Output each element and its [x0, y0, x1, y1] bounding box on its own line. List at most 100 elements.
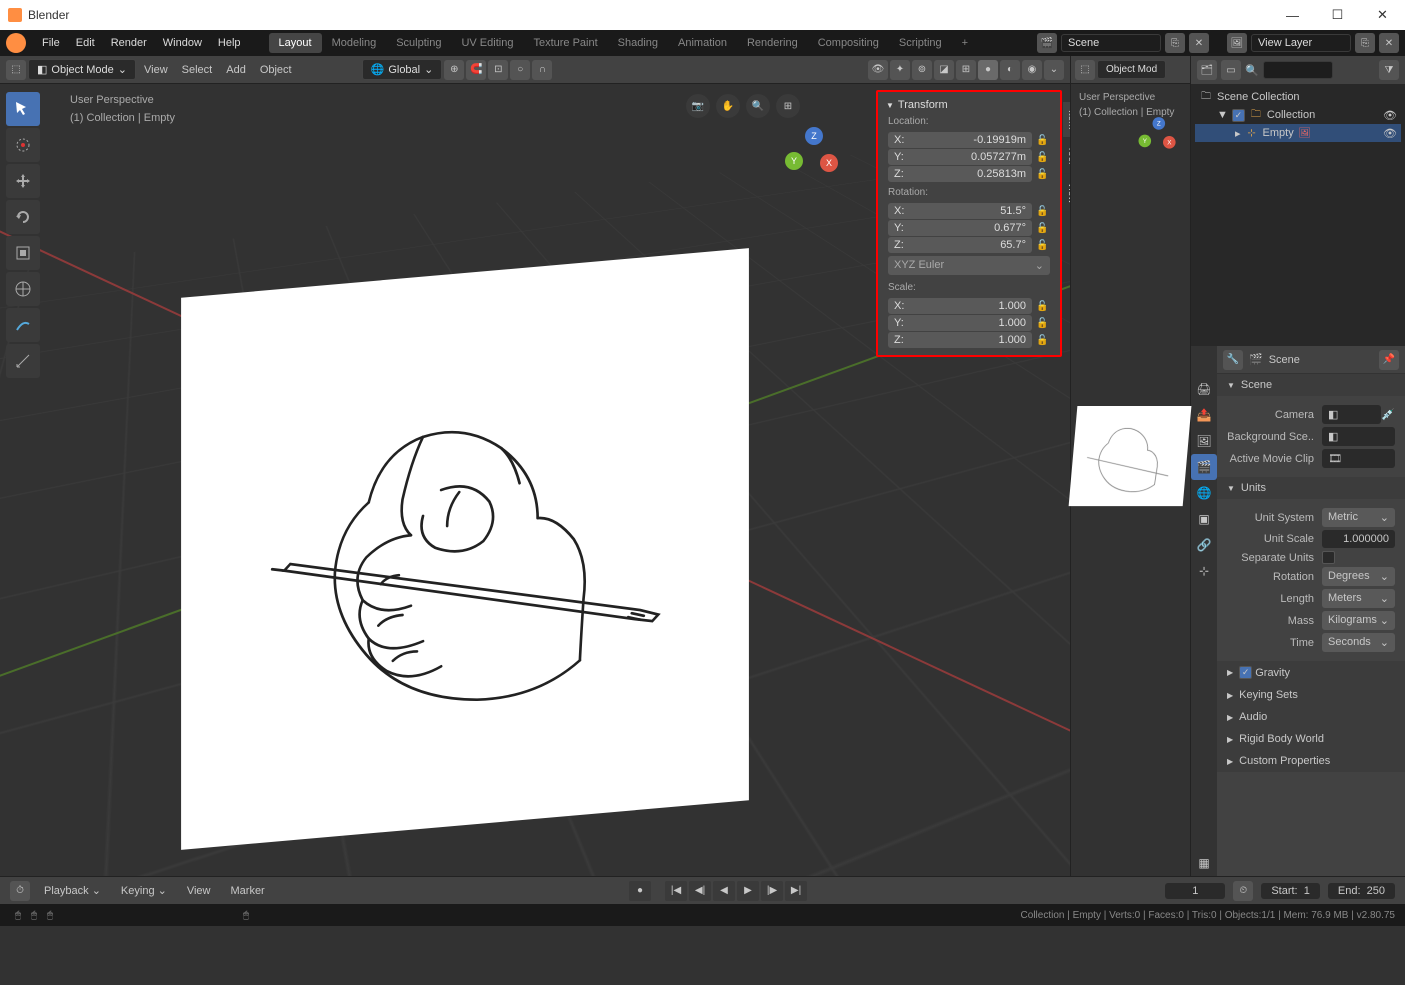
section-gravity[interactable]: ✓ Gravity — [1217, 661, 1405, 684]
location-y-field[interactable]: Y:0.057277m — [888, 149, 1032, 165]
tab-modeling[interactable]: Modeling — [322, 33, 387, 53]
secondary-viewport[interactable]: ⬚ Object Mod User Perspective (1) Collec… — [1070, 56, 1190, 876]
lock-rot-x-icon[interactable]: 🔓 — [1036, 206, 1050, 217]
prop-tab-object[interactable]: ▣ — [1191, 506, 1217, 532]
start-frame-field[interactable]: Start: 1 — [1261, 883, 1320, 899]
lock-scale-x-icon[interactable]: 🔓 — [1036, 301, 1050, 312]
menu-add[interactable]: Add — [220, 61, 252, 79]
close-button[interactable]: ✕ — [1360, 0, 1405, 30]
outliner-scene-collection[interactable]: 🗀 Scene Collection — [1195, 88, 1401, 106]
prop-tab-texture[interactable]: ▦ — [1191, 850, 1217, 876]
secondary-orientation-gizmo[interactable]: X Y Z — [1135, 115, 1177, 157]
lock-loc-x-icon[interactable]: 🔓 — [1036, 135, 1050, 146]
camera-view-icon[interactable]: 📷 — [686, 94, 710, 118]
gizmo-icon[interactable]: ✦ — [890, 60, 910, 80]
outliner-empty[interactable]: ▸ ⊹ Empty 🖼 👁 — [1195, 124, 1401, 142]
menu-file[interactable]: File — [34, 34, 68, 52]
tab-compositing[interactable]: Compositing — [808, 33, 889, 53]
rotation-z-field[interactable]: Z:65.7° — [888, 237, 1032, 253]
lock-rot-z-icon[interactable]: 🔓 — [1036, 240, 1050, 251]
gravity-checkbox[interactable]: ✓ — [1239, 666, 1252, 679]
rotation-x-field[interactable]: X:51.5° — [888, 203, 1032, 219]
gizmo-visibility-icon[interactable]: 👁 — [868, 60, 888, 80]
proportional-icon[interactable]: ○ — [510, 60, 530, 80]
scale-z-field[interactable]: Z:1.000 — [888, 332, 1032, 348]
tab-layout[interactable]: Layout — [269, 33, 322, 53]
outliner-display-icon[interactable]: ▭ — [1221, 60, 1241, 80]
secondary-mode-select[interactable]: Object Mod — [1097, 60, 1166, 79]
pin-icon[interactable]: 📌 — [1379, 350, 1399, 370]
snap-icon[interactable]: 🧲 — [466, 60, 486, 80]
prop-tab-render[interactable]: 🖨 — [1191, 376, 1217, 402]
npanel-tab-item[interactable]: Item — [1063, 102, 1070, 137]
menu-help[interactable]: Help — [210, 34, 249, 52]
tool-cursor[interactable] — [6, 128, 40, 162]
menu-select[interactable]: Select — [176, 61, 219, 79]
tab-shading[interactable]: Shading — [608, 33, 668, 53]
collection-checkbox[interactable]: ✓ — [1232, 109, 1245, 122]
menu-object[interactable]: Object — [254, 61, 298, 79]
zoom-icon[interactable]: 🔍 — [746, 94, 770, 118]
tab-add[interactable]: + — [952, 33, 978, 53]
location-z-field[interactable]: Z:0.25813m — [888, 166, 1032, 182]
tab-rendering[interactable]: Rendering — [737, 33, 808, 53]
tool-rotate[interactable] — [6, 200, 40, 234]
tool-select-box[interactable] — [6, 92, 40, 126]
time-unit-select[interactable]: Seconds⌄ — [1322, 633, 1395, 652]
viewlayer-del-icon[interactable]: ✕ — [1379, 33, 1399, 53]
prop-tab-viewlayer[interactable]: 🖼 — [1191, 428, 1217, 454]
timeline-marker[interactable]: Marker — [225, 882, 271, 900]
timeline-playback[interactable]: Playback ⌄ — [38, 881, 107, 900]
timeline-view[interactable]: View — [181, 882, 217, 900]
lock-scale-z-icon[interactable]: 🔓 — [1036, 335, 1050, 346]
bgscene-field[interactable]: ◧ — [1322, 427, 1395, 446]
outliner-collection[interactable]: ▼ ✓ 🗀 Collection 👁 — [1195, 106, 1401, 124]
shade-solid-icon[interactable]: ● — [978, 60, 998, 80]
autokey-button[interactable]: ● — [629, 881, 651, 901]
tool-scale[interactable] — [6, 236, 40, 270]
rotation-mode-select[interactable]: XYZ Euler⌄ — [888, 256, 1050, 275]
eyedropper-icon[interactable]: 💉 — [1381, 408, 1395, 421]
menu-window[interactable]: Window — [155, 34, 210, 52]
current-frame-field[interactable]: 1 — [1165, 883, 1225, 899]
timeline-editor-icon[interactable]: ⏱ — [10, 881, 30, 901]
shade-options-icon[interactable]: ⌄ — [1044, 60, 1064, 80]
tab-sculpting[interactable]: Sculpting — [386, 33, 451, 53]
tool-move[interactable] — [6, 164, 40, 198]
jump-start-button[interactable]: |◀ — [665, 881, 687, 901]
shade-rendered-icon[interactable]: ◉ — [1022, 60, 1042, 80]
lock-scale-y-icon[interactable]: 🔓 — [1036, 318, 1050, 329]
lock-loc-z-icon[interactable]: 🔓 — [1036, 169, 1050, 180]
blender-logo-icon[interactable] — [6, 33, 26, 53]
viewlayer-name-input[interactable] — [1251, 34, 1351, 52]
scene-icon[interactable]: 🎬 — [1037, 33, 1057, 53]
tool-measure[interactable] — [6, 344, 40, 378]
section-audio[interactable]: Audio — [1217, 706, 1405, 728]
npanel-tab-tool[interactable]: Tool — [1063, 138, 1070, 172]
play-button[interactable]: ▶ — [737, 881, 759, 901]
lock-rot-y-icon[interactable]: 🔓 — [1036, 223, 1050, 234]
outliner-type-icon[interactable]: 🗂 — [1197, 60, 1217, 80]
prop-tab-objectdata[interactable]: ⊹ — [1191, 558, 1217, 584]
mode-select[interactable]: ◧Object Mode⌄ — [28, 59, 136, 80]
movieclip-field[interactable]: 🎞 — [1322, 449, 1395, 468]
snap-type-icon[interactable]: ⊡ — [488, 60, 508, 80]
tab-texturepaint[interactable]: Texture Paint — [523, 33, 607, 53]
viewport-3d[interactable]: User Perspective (1) Collection | Empty — [0, 84, 1070, 876]
unit-scale-field[interactable]: 1.000000 — [1322, 530, 1395, 548]
play-reverse-button[interactable]: ◀ — [713, 881, 735, 901]
orientation-gizmo[interactable]: X Y Z — [780, 124, 840, 184]
npanel-tab-view[interactable]: View — [1063, 174, 1070, 212]
location-x-field[interactable]: X:-0.19919m — [888, 132, 1032, 148]
jump-prevkey-button[interactable]: ◀| — [689, 881, 711, 901]
scale-x-field[interactable]: X:1.000 — [888, 298, 1032, 314]
jump-end-button[interactable]: ▶| — [785, 881, 807, 901]
rotation-unit-select[interactable]: Degrees⌄ — [1322, 567, 1395, 586]
tab-scripting[interactable]: Scripting — [889, 33, 952, 53]
editor-type-icon[interactable]: ⬚ — [6, 60, 26, 80]
unit-system-select[interactable]: Metric⌄ — [1322, 508, 1395, 527]
prop-tab-constraints[interactable]: 🔗 — [1191, 532, 1217, 558]
mass-unit-select[interactable]: Kilograms⌄ — [1322, 611, 1395, 630]
ortho-toggle-icon[interactable]: ⊞ — [776, 94, 800, 118]
section-keying[interactable]: Keying Sets — [1217, 684, 1405, 706]
